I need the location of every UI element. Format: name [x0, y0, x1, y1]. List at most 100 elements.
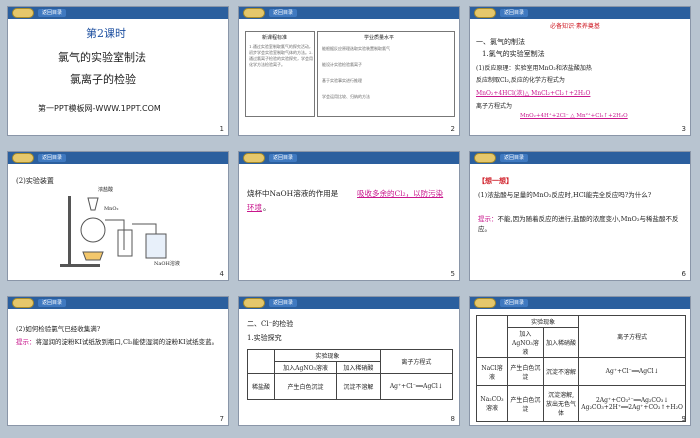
experiment-table: 实验现象 离子方程式 加入AgNO₃溶液 加入稀硝酸 稀盐酸 产生白色沉淀 沉淀… — [247, 349, 454, 400]
back-to-contents-button[interactable]: 返回目录 — [500, 154, 529, 162]
logo-icon — [12, 153, 34, 163]
cell-precipitate: 产生白色沉淀 — [507, 357, 544, 386]
ionic-equation: MnO₂+4H⁺+2Cl⁻ △ Mn²⁺+Cl₂↑+2H₂O — [520, 113, 628, 119]
label-concentrated-hcl: 浓盐酸 — [98, 187, 114, 193]
logo-icon — [243, 298, 265, 308]
slide-title-line2: 氯离子的检验 — [70, 73, 136, 86]
answer-block: 提示：将湿润的淀粉KI试纸放到瓶口,Cl₂能使湿润的淀粉KI试纸变蓝。 — [16, 337, 222, 347]
slide-thumbnail-4[interactable]: 返回目录 (2)实验装置 浓盐酸 MnO₂ NaOH溶液 4 — [7, 151, 229, 281]
apparatus-diagram — [60, 196, 167, 267]
header-add-agno3: 加入AgNO₃溶液 — [507, 327, 544, 358]
cell-equation: Ag⁺+Cl⁻══AgCl↓ — [379, 373, 454, 400]
question-text: (2)如何检验氯气已经收集满? — [16, 325, 101, 333]
slide-header-bar: 返回目录 — [8, 152, 228, 164]
slide-thumbnail-3[interactable]: 返回目录 必备知识·素养奠基 一、氯气的制法 1.氯气的实验室制法 (1)反应原… — [469, 6, 691, 136]
col2-header: 学业质量水平 — [364, 35, 395, 41]
hint-label: 提示： — [478, 215, 498, 223]
slide-sorter-grid: 返回目录 第2课时 氯气的实验室制法 氯离子的检验 第一PPT模板网-WWW.1… — [0, 0, 700, 438]
back-to-contents-button[interactable]: 返回目录 — [500, 299, 529, 307]
back-to-contents-button[interactable]: 返回目录 — [269, 9, 298, 17]
back-to-contents-button[interactable]: 返回目录 — [269, 154, 298, 162]
answer-text-cont: 环境 — [247, 203, 262, 212]
lesson-label: 第2课时 — [86, 27, 126, 40]
cell-precipitate: 产生白色沉淀 — [273, 373, 338, 400]
cell-not-dissolve: 沉淀不溶解 — [542, 357, 580, 386]
logo-icon — [243, 153, 265, 163]
slide-header-bar: 返回目录 — [239, 297, 459, 309]
row-label-na2co3: Na₂CO₃溶液 — [476, 385, 508, 422]
slide-thumbnail-5[interactable]: 返回目录 烧杯中NaOH溶液的作用是 吸收多余的Cl₂，以防污染 环境 。 5 — [238, 151, 460, 281]
quality-row-4: 学会运用比较、归纳的方法 — [322, 94, 370, 99]
slide-thumbnail-2[interactable]: 返回目录 新课程标准 1.通过实验室制取氯气的探究活动，初步学会实验室制取气体的… — [238, 6, 460, 136]
slide-thumbnail-8[interactable]: 返回目录 二、Cl⁻的检验 1.实验探究 实验现象 离子方程式 加入AgNO₃溶… — [238, 296, 460, 426]
header-add-hno3: 加入稀硝酸 — [542, 327, 580, 358]
think-title: 【想一想】 — [478, 176, 513, 185]
experiment-table: 实验现象 离子方程式 加入AgNO₃溶液 加入稀硝酸 NaCl溶液 产生白色沉淀… — [476, 315, 686, 422]
back-to-contents-button[interactable]: 返回目录 — [38, 299, 67, 307]
standard-column: 新课程标准 1.通过实验室制取氯气的探究活动，初步学会实验室制取气体的方法。2.… — [245, 31, 315, 117]
back-to-contents-button[interactable]: 返回目录 — [269, 299, 298, 307]
slide-header-bar: 返回目录 — [239, 7, 459, 19]
text-line-1: (1)反应原理：实验室用MnO₂和浓盐酸加热 — [476, 65, 592, 72]
label-mno2: MnO₂ — [104, 206, 119, 212]
slide-thumbnail-6[interactable]: 返回目录 【想一想】 (1)浓盐酸与足量的MnO₂反应时,HCl能完全反应吗?为… — [469, 151, 691, 281]
slide-number: 7 — [219, 415, 224, 423]
heading-1: 二、Cl⁻的检验 — [247, 320, 294, 328]
back-to-contents-button[interactable]: 返回目录 — [500, 9, 529, 17]
heading-2: 1.实验探究 — [247, 334, 282, 342]
header-add-agno3: 加入AgNO₃溶液 — [273, 361, 338, 374]
slide-thumbnail-1[interactable]: 返回目录 第2课时 氯气的实验室制法 氯离子的检验 第一PPT模板网-WWW.1… — [7, 6, 229, 136]
header-phenomenon: 实验现象 — [506, 315, 580, 328]
text-prefix: 烧杯中NaOH溶液的作用是 — [247, 189, 339, 198]
header-phenomenon: 实验现象 — [274, 349, 381, 362]
slide-number: 5 — [450, 270, 455, 278]
answer-text: 吸收多余的Cl₂，以防污染 — [357, 189, 444, 198]
slide-number: 4 — [219, 270, 224, 278]
heading-1: 一、氯气的制法 — [476, 38, 525, 46]
slide-header-bar: 返回目录 — [470, 152, 690, 164]
back-to-contents-button[interactable]: 返回目录 — [38, 154, 67, 162]
hint-label: 提示： — [16, 338, 36, 346]
slide-thumbnail-7[interactable]: 返回目录 (2)如何检验氯气已经收集满? 提示：将湿润的淀粉KI试纸放到瓶口,C… — [7, 296, 229, 426]
text-line-2: 反应制取Cl₂,反应的化学方程式为 — [476, 77, 565, 84]
cell-equations: 2Ag⁺+CO₃²⁻══Ag₂CO₃↓ Ag₂CO₃+2H⁺══2Ag⁺+CO₂… — [578, 385, 686, 422]
quality-row-3: 基于实验事实进行推理 — [322, 78, 362, 83]
quality-row-2: 能设计实验检验氯离子 — [322, 62, 362, 67]
col1-text: 1.通过实验室制取氯气的探究活动，初步学会实验室制取气体的方法。2.通过氯离子检… — [249, 44, 313, 67]
section-banner: 必备知识·素养奠基 — [550, 23, 600, 30]
header-equation: 离子方程式 — [578, 315, 686, 358]
text-line-3: 离子方程式为 — [476, 103, 513, 110]
equation-line-1: 2Ag⁺+CO₃²⁻══Ag₂CO₃↓ — [595, 396, 669, 404]
back-to-contents-button[interactable]: 返回目录 — [38, 9, 67, 17]
slide-number: 6 — [681, 270, 686, 278]
text-end: 。 — [263, 203, 271, 212]
logo-icon — [474, 298, 496, 308]
slide-thumbnail-9[interactable]: 返回目录 实验现象 离子方程式 加入AgNO₃溶液 加入稀硝酸 NaCl溶液 产… — [469, 296, 691, 426]
label-naoh-solution: NaOH溶液 — [154, 261, 180, 267]
equation-line-2: Ag₂CO₃+2H⁺══2Ag⁺+CO₂↑+H₂O — [581, 403, 683, 411]
cell-not-dissolve: 沉淀不溶解 — [336, 373, 381, 400]
answer-text: 不能,因为随着反应的进行,盐酸的浓度变小,MnO₂与稀盐酸不反应。 — [478, 215, 679, 233]
row-label: 稀盐酸 — [247, 373, 275, 400]
answer-text: 将湿润的淀粉KI试纸放到瓶口,Cl₂能使湿润的淀粉KI试纸变蓝。 — [35, 338, 219, 346]
cell-precipitate: 产生白色沉淀 — [507, 385, 544, 422]
slide-number: 9 — [681, 415, 686, 423]
row-label-nacl: NaCl溶液 — [476, 357, 508, 386]
question-text: (1)浓盐酸与足量的MnO₂反应时,HCl能完全反应吗?为什么? — [478, 191, 652, 199]
header-equation: 离子方程式 — [379, 349, 454, 374]
answer-block: 提示：不能,因为随着反应的进行,盐酸的浓度变小,MnO₂与稀盐酸不反应。 — [478, 214, 684, 234]
slide-header-bar: 返回目录 — [470, 7, 690, 19]
slide-number: 3 — [681, 125, 686, 133]
slide-header-bar: 返回目录 — [8, 7, 228, 19]
logo-icon — [12, 8, 34, 18]
cell-dissolves-gas: 沉淀溶解,放出无色气体 — [542, 385, 580, 422]
slide-number: 8 — [450, 415, 455, 423]
quality-row-1: 能根据反应原理选取实验装置制取氯气 — [322, 46, 390, 51]
cell-equation: Ag⁺+Cl⁻══AgCl↓ — [578, 357, 686, 386]
apparatus-heading: (2)实验装置 — [16, 177, 54, 185]
slide-number: 1 — [219, 125, 224, 133]
heading-2: 1.氯气的实验室制法 — [482, 50, 545, 58]
watermark-text: 第一PPT模板网-WWW.1PPT.COM — [38, 104, 161, 113]
slide-header-bar: 返回目录 — [8, 297, 228, 309]
quality-column: 学业质量水平 能根据反应原理选取实验装置制取氯气 能设计实验检验氯离子 基于实验… — [317, 31, 455, 117]
